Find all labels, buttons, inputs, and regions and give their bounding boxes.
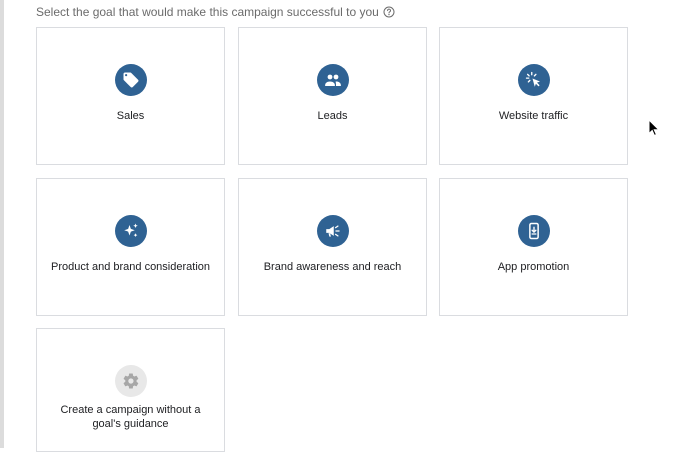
goal-card-product-brand-consideration[interactable]: Product and brand consideration — [36, 178, 225, 316]
goal-label: Create a campaign without a goal's guida… — [60, 404, 201, 430]
goal-card-no-goal-guidance[interactable]: Create a campaign without a goal's guida… — [36, 328, 225, 452]
sparkle-icon — [114, 215, 147, 247]
window-left-edge — [0, 0, 4, 448]
megaphone-icon — [316, 215, 349, 247]
tag-icon — [114, 64, 147, 96]
gear-icon — [114, 365, 147, 397]
goal-prompt: Select the goal that would make this cam… — [36, 5, 395, 19]
goal-label: Brand awareness and reach — [263, 261, 402, 273]
goal-card-app-promotion[interactable]: App promotion — [439, 178, 628, 316]
goal-card-leads[interactable]: Leads — [238, 27, 427, 165]
help-circle-icon[interactable] — [383, 6, 395, 18]
goal-label: App promotion — [497, 261, 570, 273]
phone-download-icon — [517, 215, 550, 247]
goal-label: Website traffic — [498, 110, 569, 122]
people-icon — [316, 64, 349, 96]
goal-card-brand-awareness-reach[interactable]: Brand awareness and reach — [238, 178, 427, 316]
cursor-click-icon — [517, 64, 550, 96]
goal-card-sales[interactable]: Sales — [36, 27, 225, 165]
mouse-pointer-icon — [648, 118, 660, 137]
goal-prompt-text: Select the goal that would make this cam… — [36, 5, 379, 19]
goal-card-website-traffic[interactable]: Website traffic — [439, 27, 628, 165]
goal-label: Sales — [116, 110, 145, 122]
goal-label: Product and brand consideration — [51, 261, 210, 273]
goal-label: Leads — [317, 110, 348, 122]
